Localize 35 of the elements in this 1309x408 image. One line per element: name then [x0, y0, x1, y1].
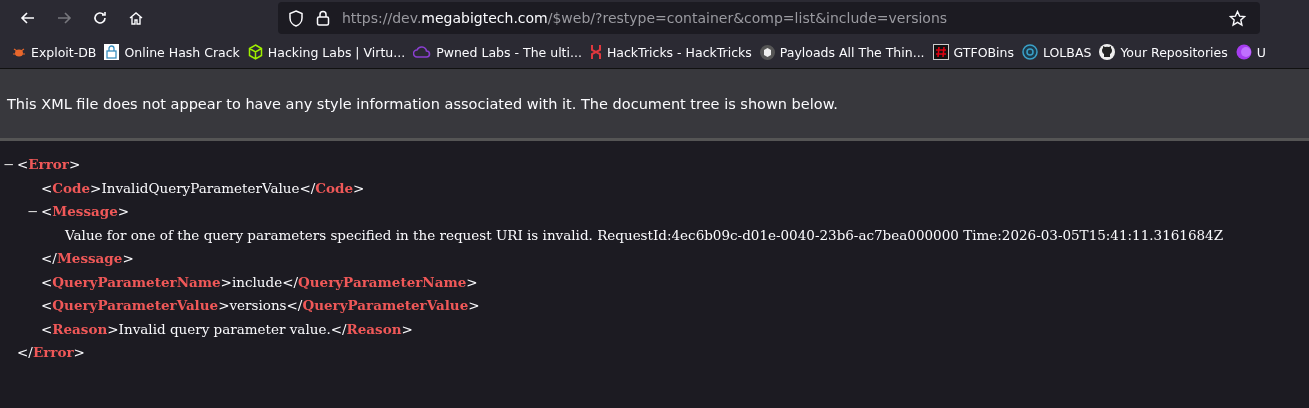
shield-icon[interactable]	[288, 9, 304, 27]
xml-text: Value for one of the query parameters specified in the request URI is invalid. RequestId:4ec6b09c-d01e-0040-23b6-ac7bea000000 Time:2026-03-05T15:41:11.3161684Z	[65, 226, 1224, 243]
xml-element: <Code>InvalidQueryParameterValue</Code>	[41, 178, 365, 198]
star-icon[interactable]	[1229, 9, 1246, 27]
xml-close-tag: </Error>	[17, 341, 85, 365]
xml-element: <Reason>Invalid query parameter value.</Reason>	[41, 319, 413, 339]
hash-icon	[932, 44, 949, 60]
github-icon	[1099, 44, 1116, 60]
xml-notice: This XML file does not appear to have any style information associated with it. The document tree is shown below.	[7, 95, 838, 112]
bookmark[interactable]: Payloads All The Thin...	[755, 44, 929, 60]
bookmark[interactable]: Hacking Labs | Virtu...	[243, 44, 410, 60]
bookmark[interactable]: U	[1231, 44, 1270, 60]
bookmark[interactable]: Pwned Labs - The ulti...	[409, 44, 586, 60]
url-text: https://dev.megabigtech.com/$web/?restype=container&comp=list&include=versions	[342, 10, 949, 26]
lock-icon[interactable]	[316, 10, 330, 26]
xml-element: <QueryParameterName>include</QueryParameterName>	[41, 272, 478, 292]
collapse-toggle[interactable]: −	[27, 200, 41, 224]
box-icon	[759, 44, 775, 60]
cube-icon	[247, 44, 263, 60]
bookmark[interactable]: LOLBAS	[1018, 44, 1096, 60]
xml-element: <QueryParameterValue>versions</QueryParameterValue>	[41, 296, 480, 315]
bookmark[interactable]: Your Repositories	[1095, 44, 1232, 60]
bookmark[interactable]: GTFOBins	[928, 44, 1018, 60]
bookmark[interactable]: Exploit-DB	[8, 44, 101, 60]
lock-icon	[104, 44, 120, 60]
xml-open-tag: <Message>	[41, 200, 130, 224]
bookmark[interactable]: Online Hash Crack	[100, 44, 244, 60]
cloud-icon	[413, 46, 432, 58]
xml-open-tag: <Error>	[17, 153, 81, 177]
moon-icon	[1235, 44, 1252, 60]
address-bar[interactable]: https://dev.megabigtech.com/$web/?restype=container&comp=list&include=versions	[278, 2, 1260, 34]
bookmark[interactable]: HackTricks - HackTricks	[585, 44, 756, 60]
collapse-toggle[interactable]: −	[3, 153, 17, 177]
xml-close-tag: </Message>	[41, 247, 134, 271]
ring-icon	[1022, 44, 1038, 60]
